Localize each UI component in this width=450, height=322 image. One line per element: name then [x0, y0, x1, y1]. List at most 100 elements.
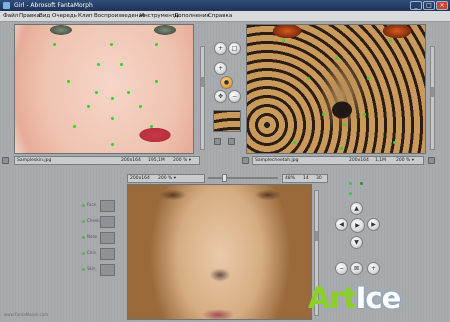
control-point[interactable] — [111, 117, 114, 120]
prev-button[interactable]: ◀ — [335, 218, 348, 231]
fit-button[interactable]: □ — [228, 42, 241, 55]
add-point-button[interactable]: + — [214, 62, 227, 75]
scrollbar-thumb[interactable] — [315, 231, 318, 241]
thumbnail-preview — [213, 110, 241, 132]
control-point[interactable] — [67, 80, 70, 83]
morph-slider-handle[interactable] — [222, 174, 227, 182]
select-button[interactable]: ● — [220, 76, 233, 89]
right-panel-status: Samplecheetah.jpg 200x164 1,1M 200 % ▾ — [252, 156, 424, 165]
morph-item[interactable]: Cheek — [82, 216, 118, 228]
control-point[interactable] — [87, 105, 90, 108]
control-point[interactable] — [307, 77, 310, 80]
morph-item[interactable]: Skin — [82, 264, 118, 276]
morph-item[interactable]: Nose — [82, 232, 118, 244]
menu-playback[interactable]: Воспроизведение — [94, 11, 145, 22]
control-point[interactable] — [343, 123, 346, 126]
control-point[interactable] — [155, 43, 158, 46]
menu-file[interactable]: Файл — [3, 11, 18, 22]
morph-item-thumb[interactable] — [100, 232, 115, 244]
morph-item-thumb[interactable] — [100, 248, 115, 260]
menu-view[interactable]: Вид — [39, 11, 50, 22]
up-button[interactable]: ▲ — [350, 202, 363, 215]
artice-logo: ArtIce — [308, 281, 401, 315]
menu-addons[interactable]: Дополнения — [174, 11, 210, 22]
right-size: 1,1M — [375, 158, 387, 163]
control-point[interactable] — [389, 39, 392, 42]
morph-item-thumb[interactable] — [100, 200, 115, 212]
control-point[interactable] — [293, 141, 296, 144]
left-vertical-scrollbar[interactable] — [200, 46, 205, 150]
menu-edit[interactable]: Правка — [19, 11, 40, 22]
control-point[interactable] — [111, 97, 114, 100]
control-point[interactable] — [155, 80, 158, 83]
move-button[interactable]: ✥ — [214, 90, 227, 103]
right-dims: 200x164 — [349, 158, 369, 163]
play-button[interactable]: ▶ — [350, 218, 365, 233]
target-image-panel[interactable] — [246, 24, 426, 154]
control-point[interactable] — [363, 113, 366, 116]
right-vertical-scrollbar[interactable] — [430, 46, 435, 150]
menu-queue[interactable]: Очередь — [52, 11, 77, 22]
control-point[interactable] — [120, 63, 123, 66]
zoom-in-button[interactable]: + — [367, 262, 380, 275]
control-point[interactable] — [393, 141, 396, 144]
right-filename: Samplecheetah.jpg — [255, 158, 299, 163]
control-point[interactable] — [282, 39, 285, 42]
control-point[interactable] — [127, 91, 130, 94]
control-point[interactable] — [95, 91, 98, 94]
zoom-button[interactable]: + — [214, 42, 227, 55]
maximize-button[interactable]: □ — [423, 1, 435, 10]
control-point[interactable] — [367, 77, 370, 80]
scrollbar-thumb[interactable] — [201, 77, 204, 87]
close-button[interactable]: × — [436, 1, 448, 10]
menu-help[interactable]: Справка — [208, 11, 232, 22]
delete-point-button[interactable]: − — [228, 90, 241, 103]
control-point[interactable] — [110, 43, 113, 46]
control-point[interactable] — [97, 63, 100, 66]
frame-current[interactable]: 14 — [303, 175, 309, 182]
morph-item-thumb[interactable] — [100, 264, 115, 276]
control-point[interactable] — [335, 57, 338, 60]
minus-icon: − — [338, 265, 345, 272]
control-point[interactable] — [139, 105, 142, 108]
scrollbar-thumb[interactable] — [431, 87, 434, 97]
morph-slider-track[interactable] — [208, 177, 278, 179]
plus-icon: + — [217, 65, 224, 72]
zoom-out-button[interactable]: − — [335, 262, 348, 275]
fit-icon: □ — [231, 45, 238, 52]
zoom-icon: + — [217, 45, 224, 52]
control-point[interactable] — [340, 147, 343, 150]
control-point[interactable] — [73, 125, 76, 128]
fit-preview-button[interactable]: ⊠ — [350, 262, 363, 275]
arrow-right-icon: ▶ — [371, 221, 376, 228]
left-filename: Sampleskin.jpg — [17, 158, 52, 163]
down-button[interactable]: ▼ — [350, 236, 363, 249]
left-open-icon[interactable] — [2, 157, 9, 164]
frame-total[interactable]: 30 — [316, 175, 322, 182]
morph-percent: 48% — [285, 176, 296, 181]
left-zoom[interactable]: 200 % ▾ — [173, 157, 191, 164]
control-point[interactable] — [53, 43, 56, 46]
link-icon[interactable] — [228, 138, 235, 145]
control-point[interactable] — [111, 143, 114, 146]
control-point[interactable] — [322, 113, 325, 116]
source-image-panel[interactable] — [14, 24, 194, 154]
minimize-button[interactable]: _ — [410, 1, 422, 10]
menu-clip[interactable]: Клип — [78, 11, 93, 22]
window-title: Girl - Abrosoft FantaMorph — [14, 2, 93, 9]
right-open-icon[interactable] — [242, 157, 249, 164]
swap-icon[interactable] — [214, 138, 221, 145]
enabled-icon — [82, 252, 85, 255]
frame-counter: 48% 14 30 — [282, 174, 328, 183]
morph-item[interactable]: Face — [82, 200, 118, 212]
right-options-icon[interactable] — [428, 157, 435, 164]
next-button[interactable]: ▶ — [367, 218, 380, 231]
right-zoom[interactable]: 200 % ▾ — [396, 157, 414, 164]
plus-icon: + — [370, 265, 377, 272]
move-icon: ✥ — [217, 93, 224, 100]
preview-zoom[interactable]: 200 % ▾ — [158, 175, 176, 182]
morph-item-thumb[interactable] — [100, 216, 115, 228]
morph-item[interactable]: Chin — [82, 248, 118, 260]
control-point[interactable] — [150, 125, 153, 128]
status-led — [349, 192, 352, 195]
